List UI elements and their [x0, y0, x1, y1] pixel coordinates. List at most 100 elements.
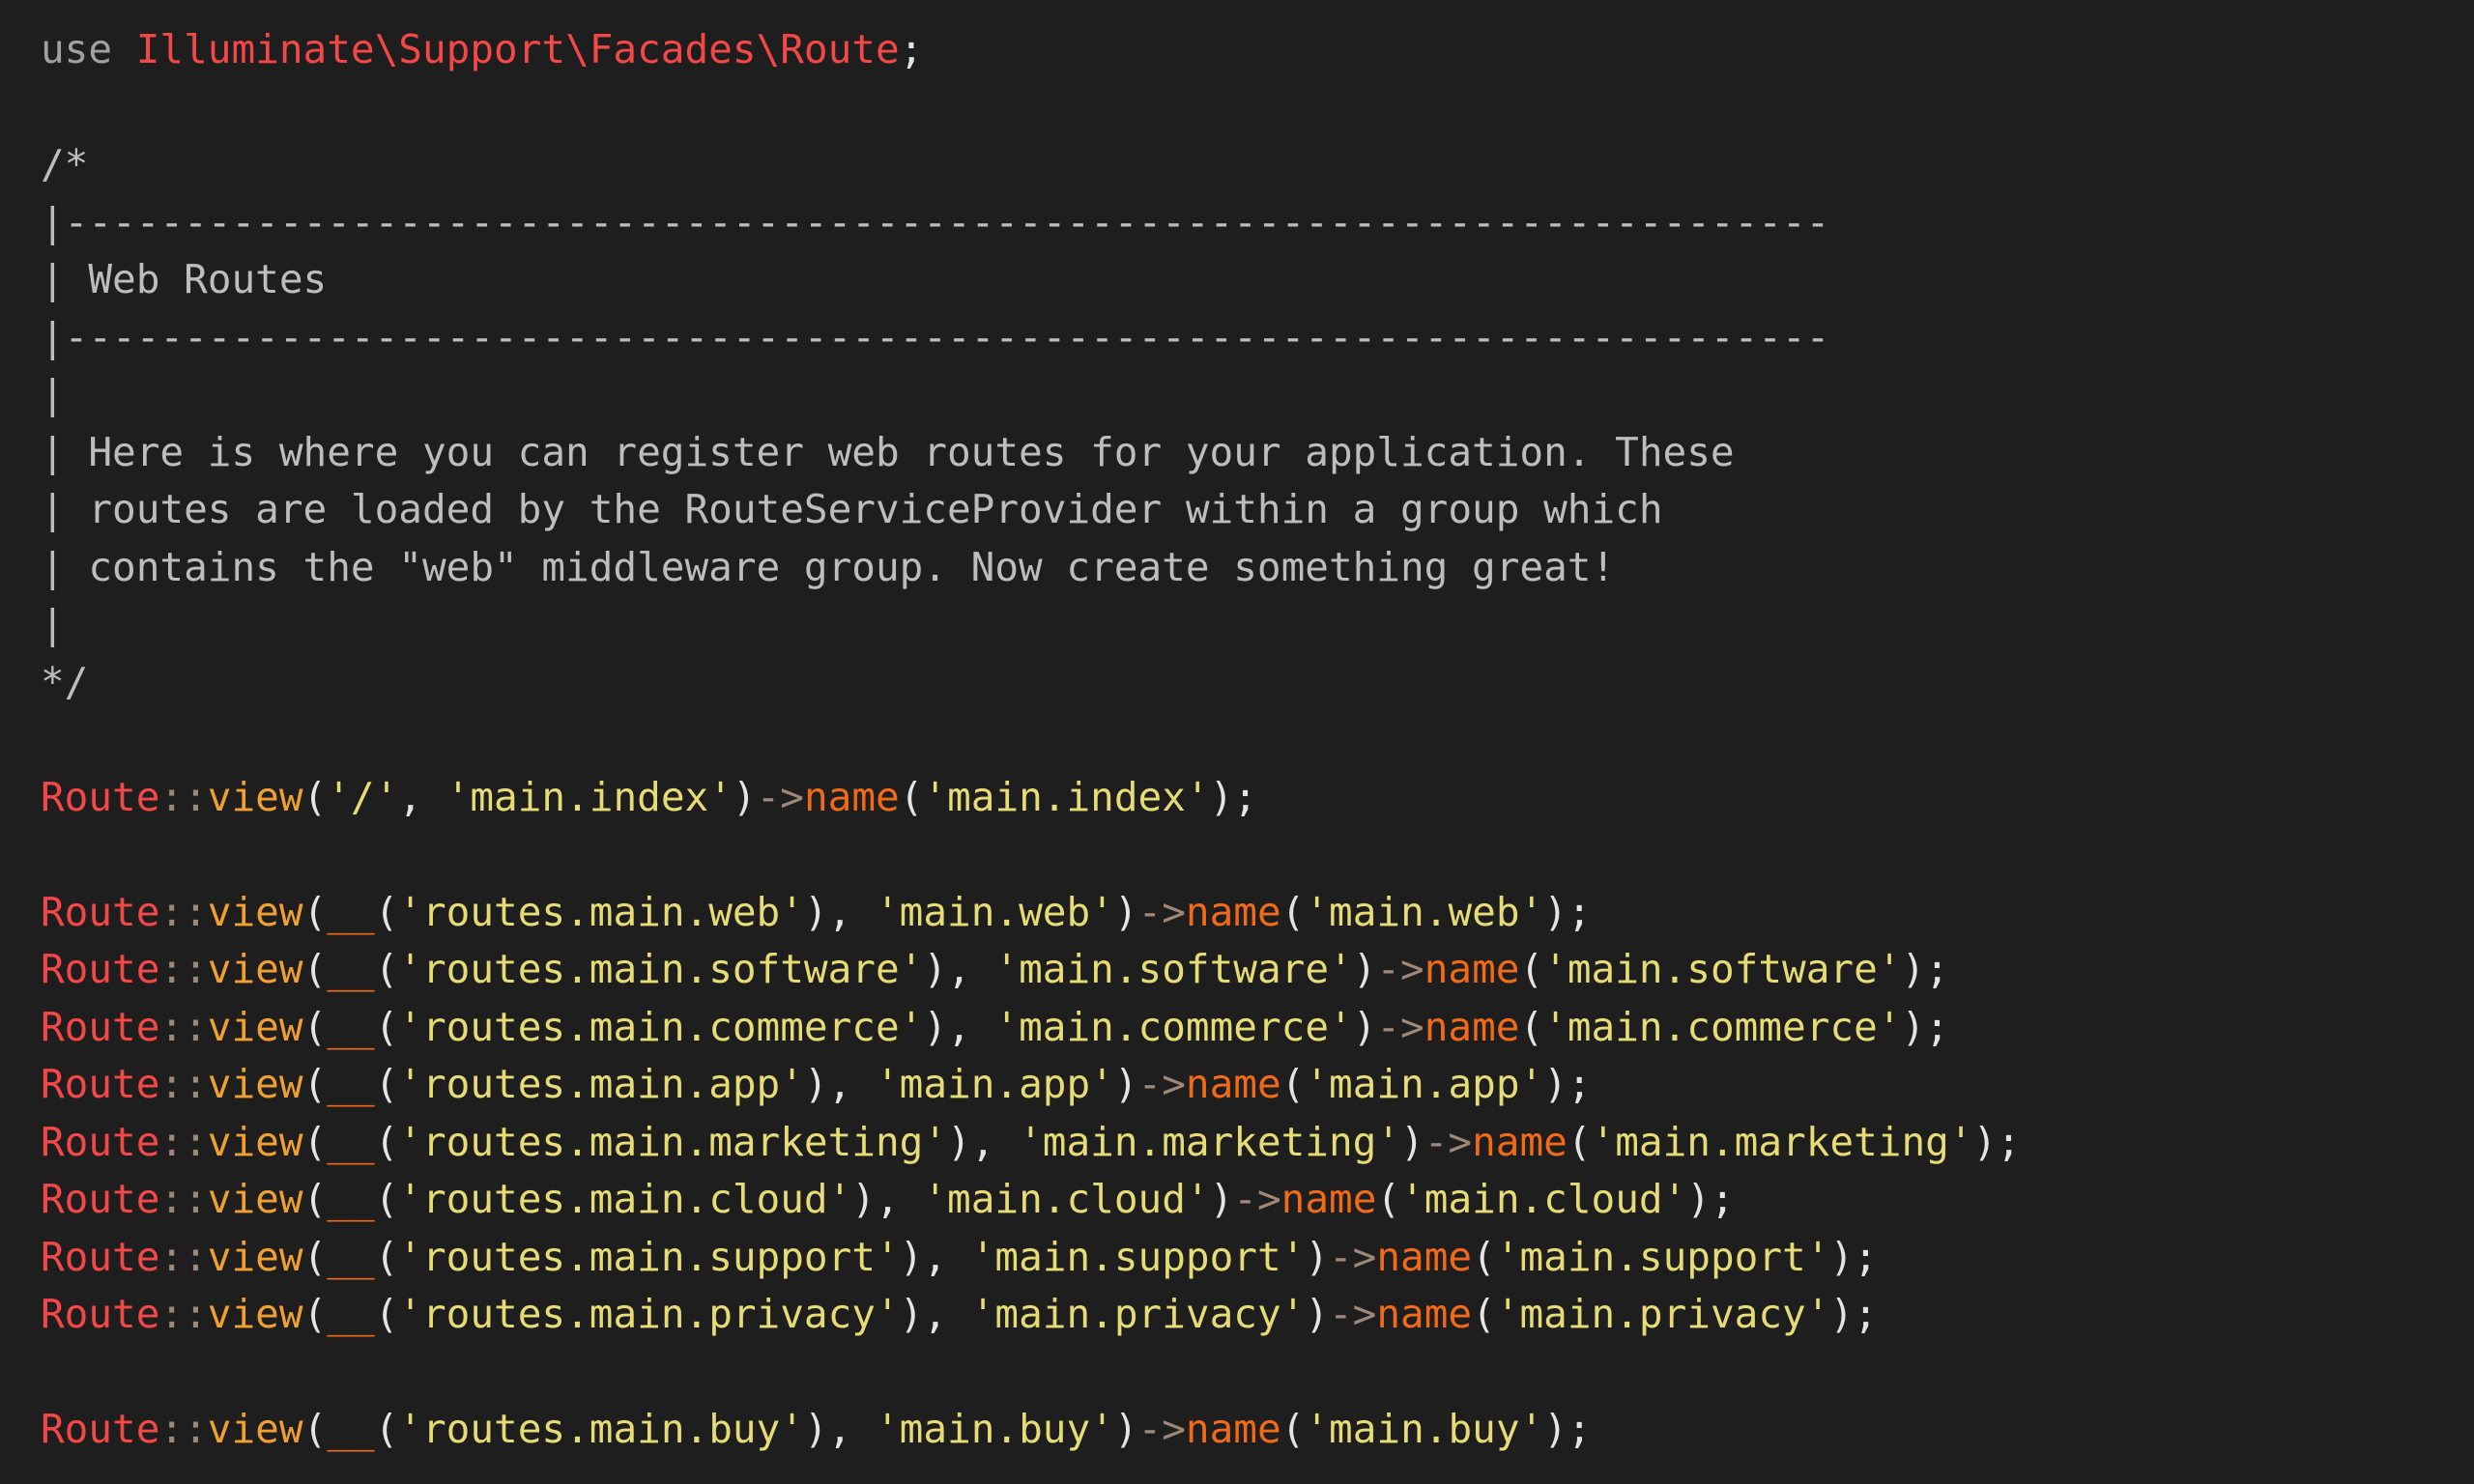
class-name: Route [41, 1061, 160, 1107]
view-name-string: 'main.privacy' [970, 1291, 1306, 1337]
route-name-string: 'main.index' [923, 773, 1210, 820]
paren: ) [803, 1061, 828, 1107]
comment-line[interactable]: */ [41, 654, 2474, 712]
scope-operator: :: [159, 1291, 208, 1337]
semicolon: ; [899, 26, 924, 72]
chain-method: name [1472, 1118, 1568, 1165]
chain-method: name [803, 773, 900, 820]
view-name-string: 'main.index' [446, 773, 733, 820]
scope-operator: :: [159, 946, 208, 992]
code-line-route[interactable]: Route::view(__('routes.main.software'), … [41, 941, 2474, 999]
comment-line[interactable]: | Web Routes [41, 251, 2474, 309]
translate-helper: __ [327, 1176, 375, 1222]
code-line-route-index[interactable]: Route::view('/', 'main.index')->name('ma… [41, 769, 2474, 827]
translate-helper: __ [327, 1291, 375, 1337]
arrow-operator: -> [1137, 1061, 1186, 1107]
paren: ( [374, 1003, 399, 1050]
scope-operator: :: [159, 1003, 208, 1050]
method-name: view [207, 773, 303, 820]
statement-end: ); [1901, 946, 1949, 992]
paren: ( [1472, 1233, 1496, 1280]
code-line-route[interactable]: Route::view(__('routes.main.cloud'), 'ma… [41, 1171, 2474, 1229]
comment-line[interactable]: | routes are loaded by the RouteServiceP… [41, 481, 2474, 539]
namespace-path: Illuminate\Support\Facades\Route [135, 26, 900, 72]
translation-key-string: 'routes.main.commerce' [398, 1003, 924, 1050]
paren: ( [1376, 1176, 1401, 1222]
route-name-string: 'main.privacy' [1495, 1291, 1830, 1337]
comment-line[interactable]: |---------------------------------------… [41, 194, 2474, 252]
view-name-string: 'main.software' [994, 946, 1353, 992]
view-name-string: 'main.app' [876, 1061, 1114, 1107]
paren: ) [851, 1176, 876, 1222]
translate-helper: __ [327, 1233, 375, 1280]
paren: ( [1567, 1118, 1592, 1165]
route-name-string: 'main.support' [1495, 1233, 1830, 1280]
paren: ( [302, 1233, 328, 1280]
code-line-route[interactable]: Route::view(__('routes.main.app'), 'main… [41, 1056, 2474, 1114]
paren: ) [899, 1291, 924, 1337]
comment-line[interactable]: | [41, 366, 2474, 424]
comma: , [923, 1233, 971, 1280]
paren: ( [302, 946, 328, 992]
blank-line[interactable] [41, 711, 2474, 769]
paren: ( [1280, 888, 1306, 935]
translation-key-string: 'routes.main.web' [398, 888, 804, 935]
paren: ( [374, 1291, 399, 1337]
blank-line[interactable] [41, 1344, 2474, 1402]
paren: ( [899, 773, 924, 820]
method-name: view [207, 1406, 303, 1452]
code-line-route[interactable]: Route::view(__('routes.main.web'), 'main… [41, 884, 2474, 942]
class-name: Route [41, 1118, 160, 1165]
statement-end: ); [1543, 888, 1592, 935]
translate-helper: __ [327, 1406, 375, 1452]
code-line-route[interactable]: Route::view(__('routes.main.privacy'), '… [41, 1286, 2474, 1344]
comment-line[interactable]: | Here is where you can register web rou… [41, 424, 2474, 482]
comment-line[interactable]: /* [41, 136, 2474, 194]
code-line-route[interactable]: Route::view(__('routes.main.support'), '… [41, 1229, 2474, 1287]
paren: ( [1519, 1003, 1544, 1050]
paren: ) [899, 1233, 924, 1280]
blank-line[interactable] [41, 826, 2474, 884]
code-line-route[interactable]: Route::view(__('routes.main.marketing'),… [41, 1114, 2474, 1172]
chain-method: name [1376, 1233, 1473, 1280]
class-name: Route [41, 1406, 160, 1452]
translation-key-string: 'routes.main.cloud' [398, 1176, 852, 1222]
use-keyword: use [41, 26, 136, 72]
paren: ( [374, 1176, 399, 1222]
comment-line[interactable]: | contains the "web" middleware group. N… [41, 539, 2474, 597]
scope-operator: :: [159, 1176, 208, 1222]
paren: ) [1113, 888, 1138, 935]
paren: ( [302, 1118, 328, 1165]
code-line-route-buy[interactable]: Route::view(__('routes.main.buy'), 'main… [41, 1401, 2474, 1459]
paren: ( [374, 946, 399, 992]
route-name-string: 'main.software' [1543, 946, 1902, 992]
paren: ( [374, 1233, 399, 1280]
paren: ( [1280, 1406, 1306, 1452]
statement-end: ); [1829, 1291, 1878, 1337]
route-name-string: 'main.web' [1305, 888, 1544, 935]
comma: , [947, 946, 995, 992]
method-name: view [207, 1003, 303, 1050]
paren: ( [1280, 1061, 1306, 1107]
statement-end: ); [1901, 1003, 1949, 1050]
route-name-string: 'main.cloud' [1400, 1176, 1687, 1222]
route-path-string: '/' [327, 773, 399, 820]
statement-end: ); [1972, 1118, 2021, 1165]
class-name: Route [41, 1291, 160, 1337]
route-name-string: 'main.app' [1305, 1061, 1544, 1107]
code-editor[interactable]: use Illuminate\Support\Facades\Route; /*… [0, 0, 2474, 1484]
class-name: Route [41, 773, 160, 820]
paren: ) [1305, 1291, 1329, 1337]
translation-key-string: 'routes.main.support' [398, 1233, 900, 1280]
comment-line[interactable]: | [41, 596, 2474, 654]
class-name: Route [41, 1003, 160, 1050]
code-line-use[interactable]: use Illuminate\Support\Facades\Route; [41, 21, 2474, 79]
paren: ( [302, 1406, 328, 1452]
paren: ) [1305, 1233, 1329, 1280]
arrow-operator: -> [1137, 1406, 1186, 1452]
comment-line[interactable]: |---------------------------------------… [41, 309, 2474, 367]
method-name: view [207, 1061, 303, 1107]
code-line-route[interactable]: Route::view(__('routes.main.commerce'), … [41, 999, 2474, 1057]
blank-line[interactable] [41, 79, 2474, 137]
chain-method: name [1185, 888, 1281, 935]
